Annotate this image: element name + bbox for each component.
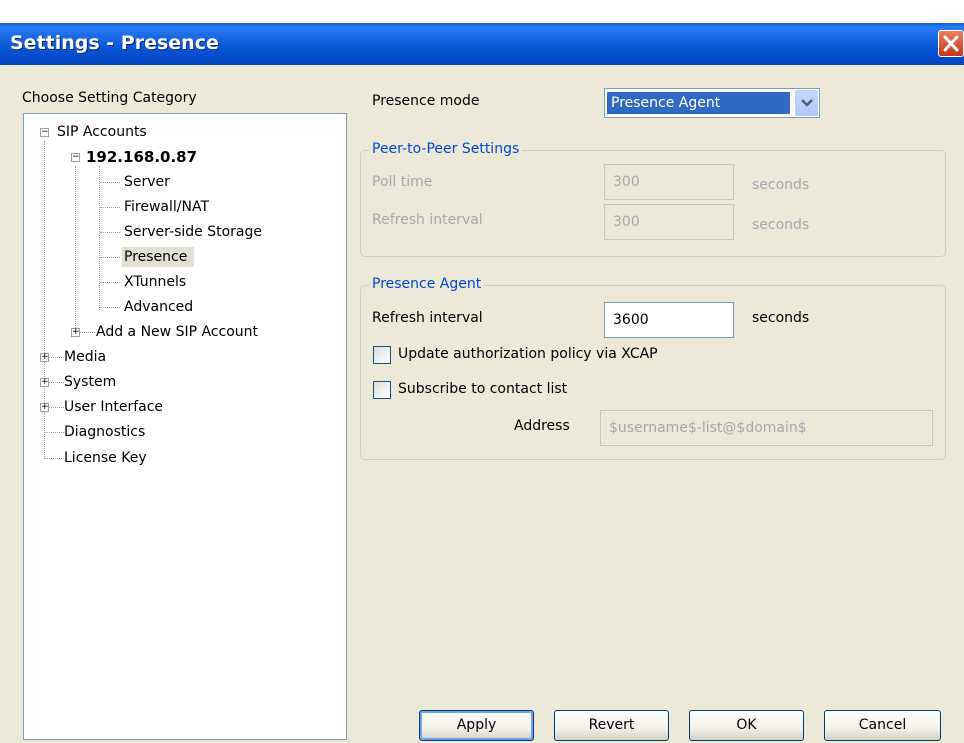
poll-time-label: Poll time	[372, 174, 433, 190]
cancel-button[interactable]: Cancel	[824, 710, 941, 741]
expand-icon[interactable]: +	[40, 378, 49, 387]
expand-icon[interactable]: +	[40, 353, 49, 362]
presence-agent-legend: Presence Agent	[369, 276, 485, 292]
update-auth-policy-label[interactable]: Update authorization policy via XCAP	[398, 346, 658, 362]
tree-item-server-side-storage[interactable]: Server-side Storage	[124, 222, 262, 242]
agent-refresh-interval-unit: seconds	[752, 310, 810, 326]
update-auth-policy-checkbox[interactable]	[373, 346, 391, 364]
p2p-refresh-interval-label: Refresh interval	[372, 212, 483, 228]
collapse-icon[interactable]: −	[71, 153, 80, 162]
window-title: Settings - Presence	[10, 32, 219, 54]
chevron-down-icon	[801, 99, 813, 107]
revert-button[interactable]: Revert	[554, 710, 669, 741]
title-bar: Settings - Presence	[0, 23, 964, 65]
agent-refresh-interval-label: Refresh interval	[372, 310, 483, 326]
apply-button[interactable]: Apply	[419, 710, 534, 741]
tree-item-add-sip-account[interactable]: Add a New SIP Account	[96, 322, 258, 342]
tree-item-sip-accounts[interactable]: SIP Accounts	[57, 122, 147, 142]
tree-heading: Choose Setting Category	[22, 90, 197, 106]
presence-mode-label: Presence mode	[372, 93, 480, 109]
subscribe-contact-list-checkbox[interactable]	[373, 381, 391, 399]
p2p-refresh-interval-input: 300	[604, 204, 734, 240]
expand-icon[interactable]: +	[40, 403, 49, 412]
tree-item-license-key[interactable]: License Key	[64, 448, 147, 468]
tree-item-presence[interactable]: Presence	[122, 247, 195, 267]
poll-time-unit: seconds	[752, 177, 810, 193]
tree-item-user-interface[interactable]: User Interface	[64, 397, 163, 417]
poll-time-input: 300	[604, 164, 734, 200]
tree-item-server[interactable]: Server	[124, 172, 170, 192]
tree-item-media[interactable]: Media	[64, 347, 106, 367]
collapse-icon[interactable]: −	[40, 128, 49, 137]
tree-item-xtunnels[interactable]: XTunnels	[124, 272, 186, 292]
tree-item-system[interactable]: System	[64, 372, 116, 392]
dropdown-button[interactable]	[795, 90, 818, 116]
tree-item-account[interactable]: 192.168.0.87	[86, 147, 197, 167]
presence-mode-value: Presence Agent	[606, 91, 791, 115]
expand-icon[interactable]: +	[71, 328, 80, 337]
address-label: Address	[514, 418, 570, 434]
presence-mode-select[interactable]: Presence Agent	[604, 88, 820, 118]
tree-item-diagnostics[interactable]: Diagnostics	[64, 422, 145, 442]
settings-category-tree[interactable]: − − + + + + SIP Accounts 192.168.0.87 Se…	[23, 113, 347, 740]
tree-item-advanced[interactable]: Advanced	[124, 297, 193, 317]
peer-to-peer-legend: Peer-to-Peer Settings	[369, 141, 523, 157]
agent-refresh-interval-input[interactable]: 3600	[604, 302, 734, 338]
tree-item-firewall-nat[interactable]: Firewall/NAT	[124, 197, 209, 217]
p2p-refresh-interval-unit: seconds	[752, 217, 810, 233]
address-input: $username$-list@$domain$	[600, 410, 933, 446]
close-button[interactable]	[938, 30, 964, 57]
close-icon	[943, 35, 959, 52]
ok-button[interactable]: OK	[689, 710, 804, 741]
subscribe-contact-list-label[interactable]: Subscribe to contact list	[398, 381, 567, 397]
